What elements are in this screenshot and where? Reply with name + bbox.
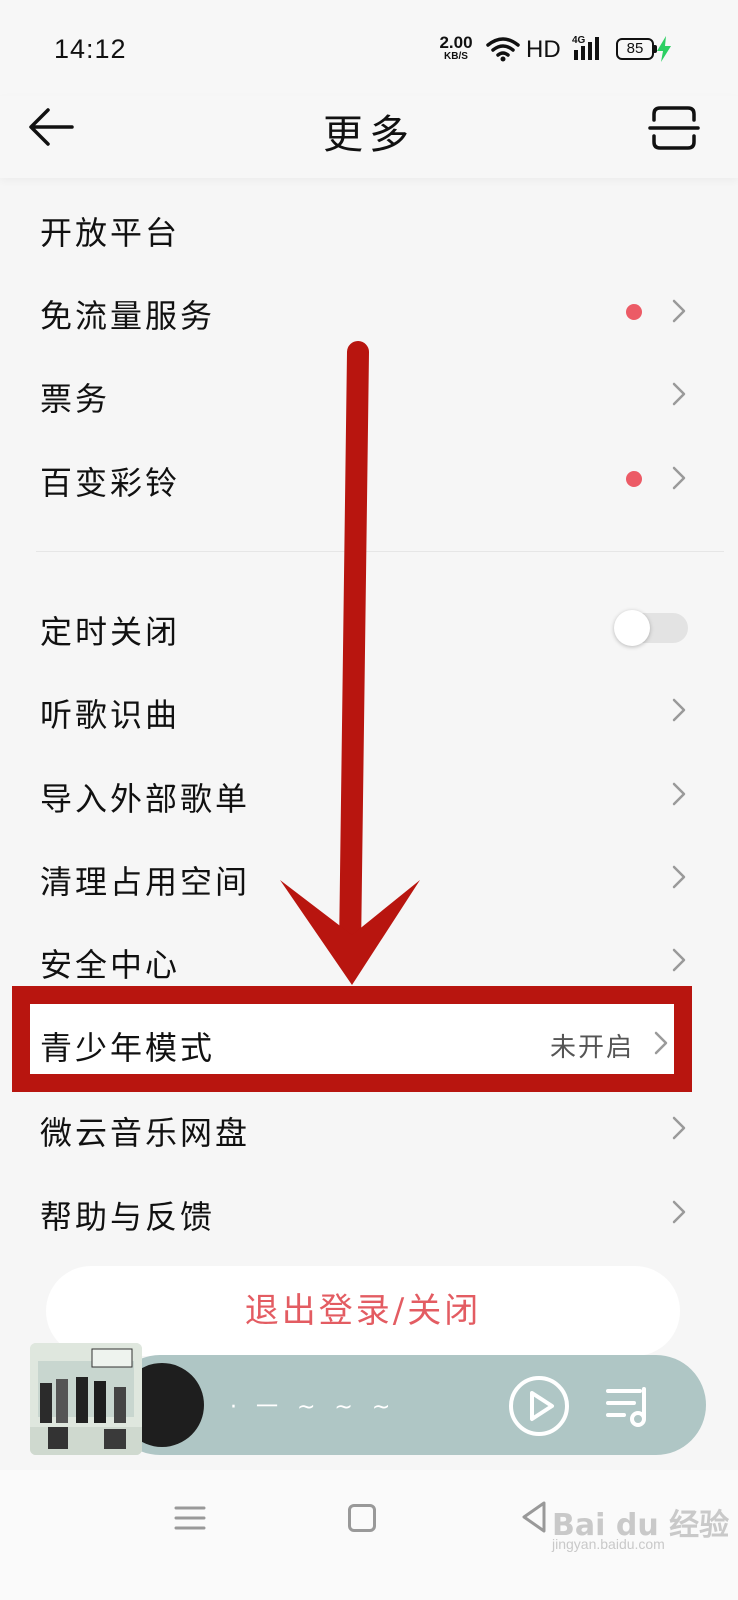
menu-item-clear-storage[interactable]: 清理占用空间 [0, 835, 738, 919]
chevron-right-icon [672, 299, 686, 323]
menu-item-import-playlist[interactable]: 导入外部歌单 [0, 752, 738, 836]
chevron-right-icon [672, 382, 686, 406]
sleep-timer-toggle[interactable] [614, 610, 688, 646]
baidu-watermark-url: jingyan.baidu.com [552, 1536, 665, 1552]
section-divider [36, 551, 724, 552]
red-dot-badge [626, 471, 642, 487]
menu-item-label: 帮助与反馈 [40, 1198, 216, 1236]
signal-icon: 4G [572, 35, 599, 60]
menu-item-help-feedback[interactable]: 帮助与反馈 [0, 1170, 738, 1254]
menu-item-open-platform[interactable]: 开放平台 [0, 186, 738, 270]
menu-item-label: 听歌识曲 [40, 696, 181, 734]
system-nav-bar: Bai du 经验 jingyan.baidu.com [0, 1470, 738, 1600]
play-icon[interactable] [508, 1375, 570, 1437]
recents-menu-icon[interactable] [174, 1502, 206, 1534]
battery-indicator: 85 [616, 38, 657, 60]
menu-item-ringtone[interactable]: 百变彩铃 [0, 436, 738, 520]
svg-text:4G: 4G [572, 35, 586, 46]
menu-item-label: 清理占用空间 [40, 863, 251, 901]
toggle-knob [614, 610, 650, 646]
menu-item-label: 票务 [40, 380, 111, 418]
chevron-right-icon [672, 466, 686, 490]
status-bar: 14:12 2.00 KB/S HD 4G 85 [0, 0, 738, 96]
net-speed: 2.00 KB/S [439, 33, 473, 62]
chevron-right-icon [672, 782, 686, 806]
chevron-right-icon [672, 698, 686, 722]
page-title: 更多 [323, 112, 415, 158]
status-time: 14:12 [54, 34, 127, 64]
menu-item-song-recognition[interactable]: 听歌识曲 [0, 668, 738, 752]
chevron-right-icon [672, 948, 686, 972]
album-art-image [30, 1343, 142, 1455]
menu-item-free-data[interactable]: 免流量服务 [0, 269, 738, 353]
logout-button[interactable]: 退出登录/关闭 [46, 1266, 680, 1356]
menu-item-tickets[interactable]: 票务 [0, 352, 738, 436]
album-cover[interactable] [30, 1343, 142, 1455]
playlist-icon[interactable] [604, 1381, 654, 1431]
home-button[interactable] [348, 1504, 376, 1532]
menu-item-label: 百变彩铃 [40, 464, 181, 502]
nav-back-icon[interactable] [520, 1500, 548, 1534]
menu-item-sleep-timer[interactable]: 定时关闭 [0, 585, 738, 669]
scan-icon[interactable] [648, 102, 700, 154]
wifi-icon [486, 37, 520, 62]
song-title: · 一 ~ ~ ~ [230, 1395, 397, 1420]
menu-item-label: 开放平台 [40, 214, 181, 252]
title-bar: 更多 [0, 96, 738, 178]
menu-item-label: 安全中心 [40, 946, 181, 984]
mini-player[interactable]: · 一 ~ ~ ~ [30, 1343, 706, 1455]
chevron-right-icon [672, 1200, 686, 1224]
menu-item-label: 微云音乐网盘 [40, 1114, 251, 1152]
hd-indicator: HD [526, 36, 561, 63]
menu-item-label: 导入外部歌单 [40, 780, 251, 818]
menu-item-label: 定时关闭 [40, 613, 181, 651]
charging-bolt-icon [657, 36, 671, 62]
red-dot-badge [626, 304, 642, 320]
chevron-right-icon [672, 1116, 686, 1140]
chevron-right-icon [672, 865, 686, 889]
menu-item-cloud-drive[interactable]: 微云音乐网盘 [0, 1086, 738, 1170]
highlight-box-annotation [12, 986, 692, 1092]
menu-item-label: 免流量服务 [40, 297, 216, 335]
